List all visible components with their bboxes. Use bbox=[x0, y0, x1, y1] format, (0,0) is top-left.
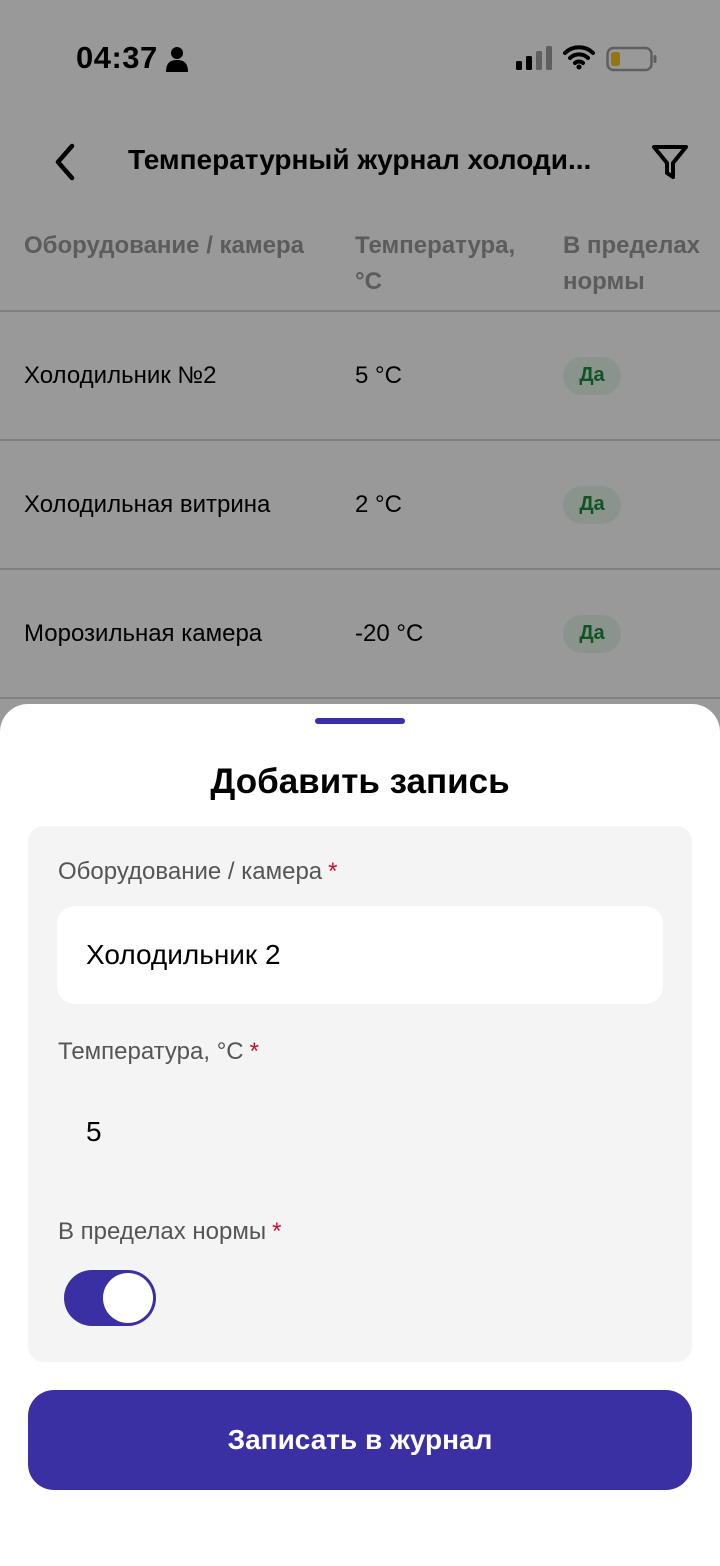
sheet-title: Добавить запись bbox=[210, 762, 510, 801]
required-mark: * bbox=[272, 1218, 282, 1245]
toggle-knob bbox=[103, 1273, 153, 1323]
equipment-label: Оборудование / камера * bbox=[58, 858, 338, 886]
submit-button[interactable]: Записать в журнал bbox=[28, 1390, 692, 1490]
required-mark: * bbox=[328, 858, 338, 885]
add-record-sheet: Добавить запись Оборудование / камера * Х… bbox=[0, 704, 720, 1566]
required-mark: * bbox=[249, 1038, 259, 1065]
form-card: Оборудование / камера * Холодильник 2 Тем… bbox=[28, 826, 692, 1362]
in-norm-label: В пределах нормы * bbox=[58, 1218, 281, 1246]
sheet-drag-handle[interactable] bbox=[315, 718, 405, 724]
equipment-label-text: Оборудование / камера bbox=[58, 858, 323, 885]
temperature-input[interactable]: 5 bbox=[86, 1116, 102, 1148]
equipment-input[interactable]: Холодильник 2 bbox=[57, 906, 663, 1004]
temperature-label-text: Температура, °C bbox=[58, 1038, 244, 1065]
in-norm-toggle[interactable] bbox=[64, 1270, 156, 1326]
in-norm-label-text: В пределах нормы bbox=[58, 1218, 267, 1245]
temperature-label: Температура, °C * bbox=[58, 1038, 259, 1066]
